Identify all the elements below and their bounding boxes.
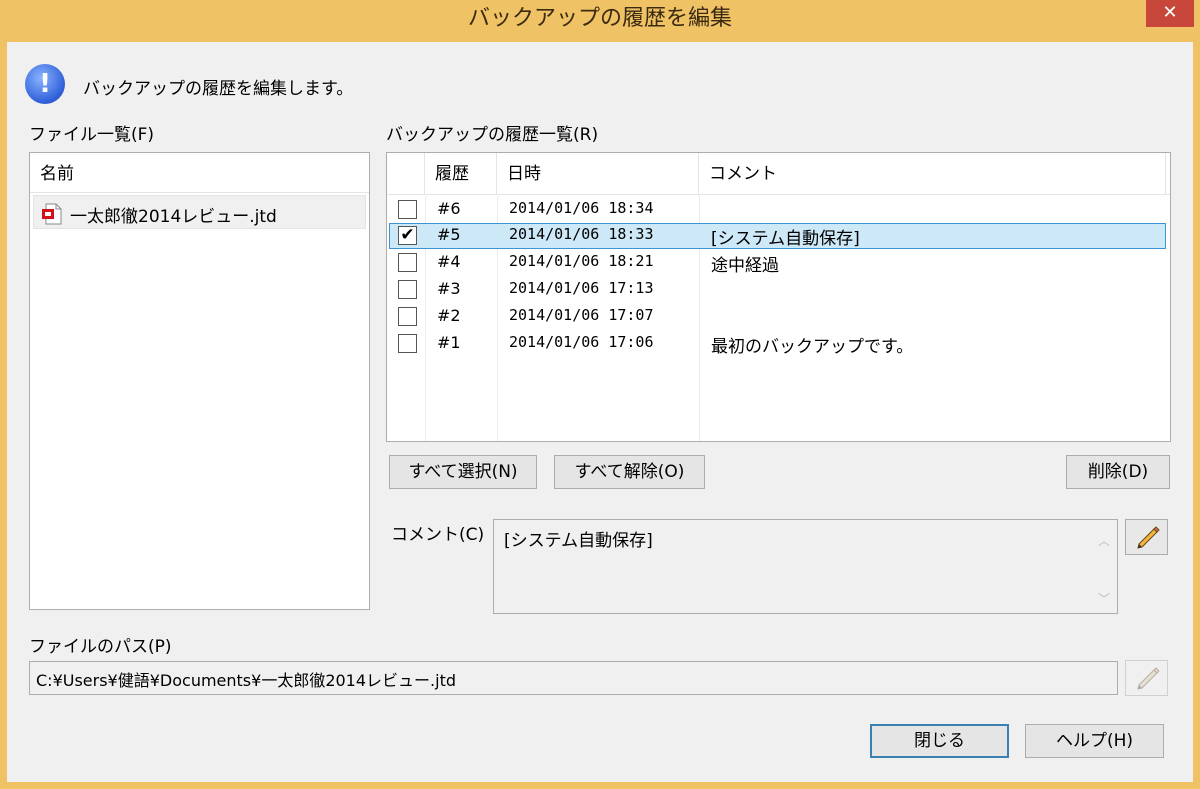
history-row[interactable]: #6 2014/01/06 18:34	[389, 197, 1166, 223]
title-bar[interactable]: バックアップの履歴を編集 ✕	[0, 0, 1200, 40]
history-row[interactable]: #2 2014/01/06 17:07	[389, 304, 1166, 330]
history-datetime: 2014/01/06 17:07	[509, 306, 654, 324]
column-header-history[interactable]: 履歴	[425, 153, 497, 195]
history-row-selected[interactable]: ✔ #5 2014/01/06 18:33 [システム自動保存]	[389, 223, 1166, 249]
scroll-down-arrow-icon[interactable]: ﹀	[1097, 590, 1111, 606]
history-list-label: バックアップの履歴一覧(R)	[386, 125, 599, 145]
history-number: #4	[437, 252, 461, 271]
file-name: 一太郎徹2014レビュー.jtd	[70, 207, 277, 227]
column-header-datetime[interactable]: 日時	[497, 153, 699, 195]
history-number: #5	[437, 225, 461, 244]
history-datetime: 2014/01/06 17:06	[509, 333, 654, 351]
file-list-header-name[interactable]: 名前	[30, 153, 369, 193]
row-checkbox[interactable]	[398, 307, 417, 326]
history-datetime: 2014/01/06 18:34	[509, 199, 654, 217]
path-value: C:¥Users¥健語¥Documents¥一太郎徹2014レビュー.jtd	[36, 671, 456, 690]
history-row[interactable]: #4 2014/01/06 18:21 途中経過	[389, 250, 1166, 276]
path-field[interactable]: C:¥Users¥健語¥Documents¥一太郎徹2014レビュー.jtd	[29, 661, 1118, 695]
row-checkbox[interactable]	[398, 200, 417, 219]
close-window-button[interactable]: ✕	[1146, 0, 1194, 27]
pencil-icon	[1137, 526, 1160, 549]
delete-button[interactable]: 削除(D)	[1066, 455, 1170, 489]
close-button[interactable]: 閉じる	[870, 724, 1009, 758]
help-button[interactable]: ヘルプ(H)	[1025, 724, 1164, 758]
edit-path-button[interactable]	[1125, 660, 1168, 696]
file-list[interactable]: 名前 一太郎徹2014レビュー.jtd	[29, 152, 370, 610]
dialog-window: バックアップの履歴を編集 ✕ ! バックアップの履歴を編集します。 ファイル一覧…	[0, 0, 1200, 789]
deselect-all-button[interactable]: すべて解除(O)	[554, 455, 705, 489]
info-icon: !	[25, 64, 65, 104]
history-list-header: 履歴 日時 コメント	[387, 153, 1170, 195]
file-list-item[interactable]: 一太郎徹2014レビュー.jtd	[33, 195, 366, 229]
file-list-label: ファイル一覧(F)	[29, 125, 155, 145]
path-label: ファイルのパス(P)	[29, 637, 172, 657]
row-checkbox-checked[interactable]: ✔	[398, 226, 417, 245]
history-comment: 最初のバックアップです。	[711, 337, 914, 357]
history-row[interactable]: #1 2014/01/06 17:06 最初のバックアップです。	[389, 331, 1166, 357]
history-list[interactable]: 履歴 日時 コメント #6 2014/01/06 18:34 ✔ #5 2014…	[386, 152, 1171, 442]
history-comment: [システム自動保存]	[711, 229, 860, 249]
column-header-check[interactable]	[387, 153, 425, 195]
row-checkbox[interactable]	[398, 253, 417, 272]
dialog-client-area: ! バックアップの履歴を編集します。 ファイル一覧(F) 名前 一太郎徹2014…	[7, 42, 1193, 782]
scroll-up-arrow-icon[interactable]: ︿	[1097, 532, 1111, 548]
comment-textarea[interactable]: [システム自動保存] ︿ ﹀	[493, 519, 1118, 614]
comment-value: [システム自動保存]	[504, 531, 653, 551]
edit-comment-button[interactable]	[1125, 519, 1168, 555]
info-message: バックアップの履歴を編集します。	[83, 79, 354, 99]
history-row[interactable]: #3 2014/01/06 17:13	[389, 277, 1166, 303]
history-datetime: 2014/01/06 18:21	[509, 252, 654, 270]
window-title: バックアップの履歴を編集	[467, 6, 732, 31]
history-number: #1	[437, 333, 461, 352]
comment-label: コメント(C)	[391, 525, 485, 545]
pencil-icon	[1137, 667, 1160, 690]
ichitaro-file-icon	[42, 203, 62, 225]
column-header-comment[interactable]: コメント	[699, 153, 1166, 195]
history-comment: 途中経過	[711, 256, 779, 276]
row-checkbox[interactable]	[398, 334, 417, 353]
history-number: #3	[437, 279, 461, 298]
history-number: #2	[437, 306, 461, 325]
history-datetime: 2014/01/06 17:13	[509, 279, 654, 297]
select-all-button[interactable]: すべて選択(N)	[389, 455, 537, 489]
row-checkbox[interactable]	[398, 280, 417, 299]
history-number: #6	[437, 199, 461, 218]
history-datetime: 2014/01/06 18:33	[509, 225, 654, 243]
